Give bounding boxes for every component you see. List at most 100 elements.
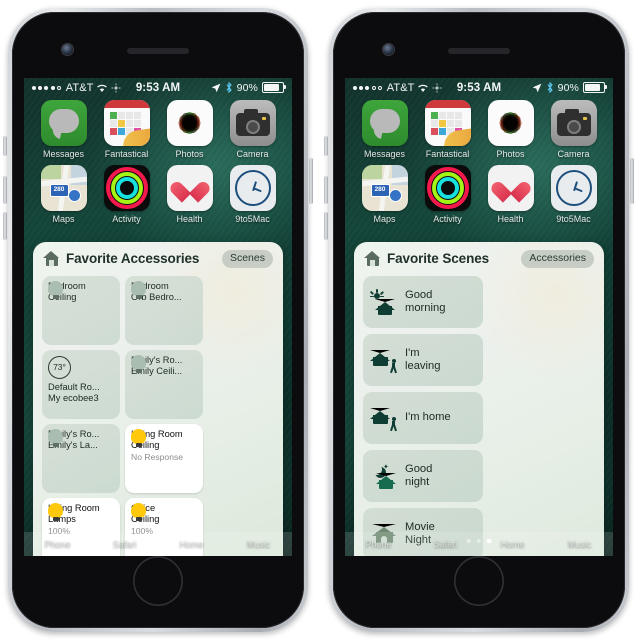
app-maps[interactable]: 280 Maps (35, 165, 93, 224)
accessory-tile[interactable]: Bedroom Ceiling (42, 275, 120, 345)
app-label: Health (176, 214, 203, 224)
widget-title: Favorite Accessories (66, 251, 200, 267)
app-9to5mac[interactable]: 9to5Mac (545, 165, 603, 224)
clock-label: 9:53 AM (456, 81, 502, 94)
app-row-1: Messages Fantastical Photos Camera (345, 100, 613, 159)
app-messages[interactable]: Messages (356, 100, 414, 159)
app-grid-left: Messages Fantastical Photos Camera 280 M… (24, 100, 292, 230)
app-label: 9to5Mac (556, 214, 591, 224)
home-icon (364, 251, 381, 267)
volume-up-button-left[interactable] (3, 176, 7, 204)
map-pin-icon (388, 189, 402, 202)
app-activity[interactable]: Activity (98, 165, 156, 224)
iphone-right: AT&T 9:53 AM 90% Messages Fantastical Ph… (324, 8, 634, 632)
house-person-icon (370, 347, 398, 373)
app-label: Photos (496, 149, 525, 159)
scene-tile[interactable]: I'm home (363, 391, 483, 444)
app-label: Maps (52, 214, 75, 224)
camera-icon (550, 100, 597, 146)
home-button-left[interactable] (133, 556, 183, 606)
app-label: Activity (433, 214, 462, 224)
dock-item-music[interactable]: Music (225, 539, 292, 549)
iphone-left: AT&T 9:53 AM 90% Messages Fantastical Ph… (3, 8, 313, 632)
widget-header-left: Favorite Accessories Scenes (33, 242, 283, 272)
app-label: 9to5Mac (235, 214, 270, 224)
app-grid-right: Messages Fantastical Photos Camera 280 M… (345, 100, 613, 230)
battery-icon (583, 81, 607, 94)
scene-label: Good morning (405, 288, 446, 314)
messages-icon (361, 100, 408, 146)
accessory-tile[interactable]: Emily's Ro... Emily's La... (42, 423, 120, 493)
app-9to5mac[interactable]: 9to5Mac (224, 165, 282, 224)
front-camera-icon (383, 44, 394, 55)
app-label: Maps (373, 214, 396, 224)
app-maps[interactable]: 280 Maps (356, 165, 414, 224)
accessory-status: No Response (131, 451, 184, 462)
page-indicator-dots[interactable] (145, 539, 171, 544)
health-icon (166, 165, 213, 211)
scene-label: I'm leaving (405, 346, 441, 372)
scene-tile[interactable]: I'm leaving (363, 333, 483, 386)
dock-item-music[interactable]: Music (546, 539, 613, 549)
front-camera-icon (62, 44, 73, 55)
activity-icon (103, 165, 150, 211)
widget-header-right: Favorite Scenes Accessories (354, 242, 604, 272)
phone-body-right: AT&T 9:53 AM 90% Messages Fantastical Ph… (333, 12, 625, 628)
accessory-tile[interactable]: Emily's Ro... Emily Ceili... (125, 349, 203, 419)
app-label: Activity (112, 214, 141, 224)
messages-icon (40, 100, 87, 146)
accessory-tile-grid: Bedroom Ceiling Bedroom Orb Bedro... 73° (33, 272, 283, 556)
clock-icon (229, 165, 276, 211)
photos-icon (487, 100, 534, 146)
home-button-right[interactable] (454, 556, 504, 606)
app-fantastical[interactable]: Fantastical (419, 100, 477, 159)
app-messages[interactable]: Messages (35, 100, 93, 159)
page-indicator-dots[interactable] (466, 539, 492, 544)
activity-icon (424, 165, 471, 211)
phone-body-left: AT&T 9:53 AM 90% Messages Fantastical Ph… (12, 12, 304, 628)
app-activity[interactable]: Activity (419, 165, 477, 224)
sun-house-icon (369, 288, 398, 315)
app-label: Fantastical (425, 149, 470, 159)
app-camera[interactable]: Camera (545, 100, 603, 159)
app-photos[interactable]: Photos (161, 100, 219, 159)
app-photos[interactable]: Photos (482, 100, 540, 159)
status-bar-left: AT&T 9:53 AM 90% (24, 78, 292, 97)
app-health[interactable]: Health (161, 165, 219, 224)
clock-icon (550, 165, 597, 211)
camera-icon (229, 100, 276, 146)
map-pin-icon (67, 189, 81, 202)
app-label: Camera (557, 149, 590, 159)
ring-switch-left[interactable] (3, 136, 7, 156)
app-label: Messages (42, 149, 85, 159)
ring-switch-right[interactable] (324, 136, 328, 156)
earpiece-speaker (448, 48, 510, 54)
route-number: 280 (374, 186, 386, 193)
app-fantastical[interactable]: Fantastical (98, 100, 156, 159)
health-icon (487, 165, 534, 211)
app-camera[interactable]: Camera (224, 100, 282, 159)
volume-down-button-left[interactable] (3, 212, 7, 240)
volume-down-button-right[interactable] (324, 212, 328, 240)
scene-label: Good night (405, 462, 433, 488)
scene-tile-grid: Good morning I'm leaving I'm home ✦ Good… (354, 272, 604, 556)
accessory-tile[interactable]: Living Room Ceiling No Response (125, 423, 203, 493)
dock-item-phone[interactable]: Phone (24, 539, 91, 549)
app-row-2: 280 Maps Activity Health 9to5Mac (24, 165, 292, 224)
app-health[interactable]: Health (482, 165, 540, 224)
dock-item-phone[interactable]: Phone (345, 539, 412, 549)
volume-up-button-right[interactable] (324, 176, 328, 204)
screen-right: AT&T 9:53 AM 90% Messages Fantastical Ph… (345, 78, 613, 556)
scene-tile[interactable]: ✦ Good night (363, 449, 483, 502)
maps-icon: 280 (361, 165, 408, 211)
fantastical-icon (103, 100, 150, 146)
app-label: Photos (175, 149, 204, 159)
route-badge: 280 (49, 184, 69, 197)
scene-tile[interactable]: Good morning (363, 275, 483, 328)
power-button-right[interactable] (630, 158, 634, 204)
accessories-toggle-button[interactable]: Accessories (521, 250, 594, 268)
accessory-tile[interactable]: Bedroom Orb Bedro... (125, 275, 203, 345)
accessory-tile-thermostat[interactable]: 73° Default Ro... My ecobee3 (42, 349, 120, 419)
power-button-left[interactable] (309, 158, 313, 204)
scenes-toggle-button[interactable]: Scenes (221, 250, 273, 268)
